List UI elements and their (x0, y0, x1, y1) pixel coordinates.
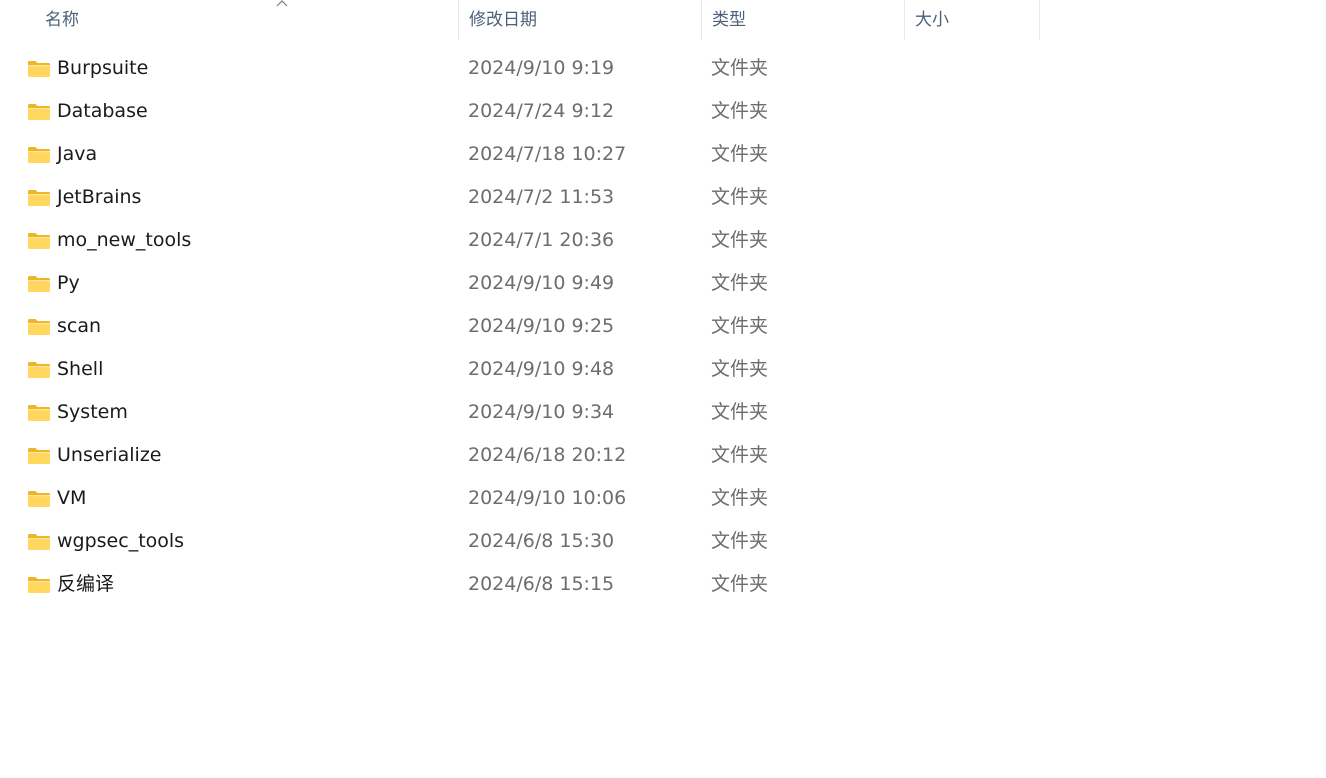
folder-icon (28, 190, 50, 206)
file-modified-date: 2024/9/10 9:19 (468, 57, 615, 79)
file-row[interactable]: scan 2024/9/10 9:25 文件夹 (0, 305, 1040, 348)
file-name: 反编译 (57, 573, 115, 595)
file-modified-date: 2024/9/10 9:34 (468, 401, 615, 423)
file-name: Java (57, 143, 98, 165)
folder-icon (28, 61, 50, 77)
file-type: 文件夹 (711, 186, 769, 208)
file-name: JetBrains (57, 186, 142, 208)
file-type: 文件夹 (711, 444, 769, 466)
folder-icon (28, 577, 50, 593)
file-modified-date: 2024/6/18 20:12 (468, 444, 627, 466)
file-type: 文件夹 (711, 272, 769, 294)
file-type: 文件夹 (711, 401, 769, 423)
file-name: scan (57, 315, 102, 337)
folder-icon (28, 448, 50, 464)
column-header-name-label: 名称 (45, 10, 79, 30)
file-name: Unserialize (57, 444, 162, 466)
folder-icon (28, 104, 50, 120)
folder-icon (28, 319, 50, 335)
folder-icon (28, 362, 50, 378)
file-modified-date: 2024/6/8 15:15 (468, 573, 615, 595)
column-header-date-label: 修改日期 (469, 10, 537, 30)
file-row[interactable]: 反编译 2024/6/8 15:15 文件夹 (0, 563, 1040, 606)
file-row[interactable]: Py 2024/9/10 9:49 文件夹 (0, 262, 1040, 305)
folder-icon (28, 276, 50, 292)
file-modified-date: 2024/9/10 9:25 (468, 315, 615, 337)
file-type: 文件夹 (711, 100, 769, 122)
file-row[interactable]: System 2024/9/10 9:34 文件夹 (0, 391, 1040, 434)
file-modified-date: 2024/6/8 15:30 (468, 530, 615, 552)
file-row[interactable]: mo_new_tools 2024/7/1 20:36 文件夹 (0, 219, 1040, 262)
file-name: Burpsuite (57, 57, 149, 79)
file-type: 文件夹 (711, 487, 769, 509)
file-row[interactable]: wgpsec_tools 2024/6/8 15:30 文件夹 (0, 520, 1040, 563)
file-type: 文件夹 (711, 573, 769, 595)
file-explorer-details-view: 名称 修改日期 类型 大小 Burpsuite 2024/9/10 9:19 文… (0, 0, 1326, 778)
column-header-name[interactable]: 名称 (35, 0, 458, 40)
file-modified-date: 2024/7/24 9:12 (468, 100, 615, 122)
file-type: 文件夹 (711, 315, 769, 337)
file-modified-date: 2024/9/10 9:48 (468, 358, 615, 380)
column-header-date[interactable]: 修改日期 (458, 0, 701, 40)
column-header-size[interactable]: 大小 (904, 0, 1040, 40)
file-row[interactable]: JetBrains 2024/7/2 11:53 文件夹 (0, 176, 1040, 219)
file-row[interactable]: Unserialize 2024/6/18 20:12 文件夹 (0, 434, 1040, 477)
file-modified-date: 2024/7/18 10:27 (468, 143, 627, 165)
chevron-up-icon (276, 0, 288, 7)
file-modified-date: 2024/7/2 11:53 (468, 186, 615, 208)
folder-icon (28, 233, 50, 249)
file-type: 文件夹 (711, 530, 769, 552)
file-type: 文件夹 (711, 57, 769, 79)
file-modified-date: 2024/7/1 20:36 (468, 229, 615, 251)
file-type: 文件夹 (711, 229, 769, 251)
folder-icon (28, 147, 50, 163)
file-name: System (57, 401, 128, 423)
file-name: Py (57, 272, 80, 294)
file-row[interactable]: Burpsuite 2024/9/10 9:19 文件夹 (0, 47, 1040, 90)
file-list: Burpsuite 2024/9/10 9:19 文件夹 Database 20… (0, 47, 1040, 606)
file-modified-date: 2024/9/10 10:06 (468, 487, 627, 509)
column-header-type-label: 类型 (712, 10, 746, 30)
file-name: Shell (57, 358, 104, 380)
file-row[interactable]: Shell 2024/9/10 9:48 文件夹 (0, 348, 1040, 391)
file-name: wgpsec_tools (57, 530, 185, 552)
file-row[interactable]: Database 2024/7/24 9:12 文件夹 (0, 90, 1040, 133)
column-header-size-label: 大小 (915, 10, 949, 30)
folder-icon (28, 405, 50, 421)
folder-icon (28, 491, 50, 507)
column-header-type[interactable]: 类型 (701, 0, 904, 40)
file-name: VM (57, 487, 87, 509)
file-type: 文件夹 (711, 143, 769, 165)
file-name: mo_new_tools (57, 229, 192, 251)
file-type: 文件夹 (711, 358, 769, 380)
file-row[interactable]: VM 2024/9/10 10:06 文件夹 (0, 477, 1040, 520)
file-row[interactable]: Java 2024/7/18 10:27 文件夹 (0, 133, 1040, 176)
file-modified-date: 2024/9/10 9:49 (468, 272, 615, 294)
column-header-row: 名称 修改日期 类型 大小 (0, 0, 1040, 40)
file-name: Database (57, 100, 148, 122)
folder-icon (28, 534, 50, 550)
